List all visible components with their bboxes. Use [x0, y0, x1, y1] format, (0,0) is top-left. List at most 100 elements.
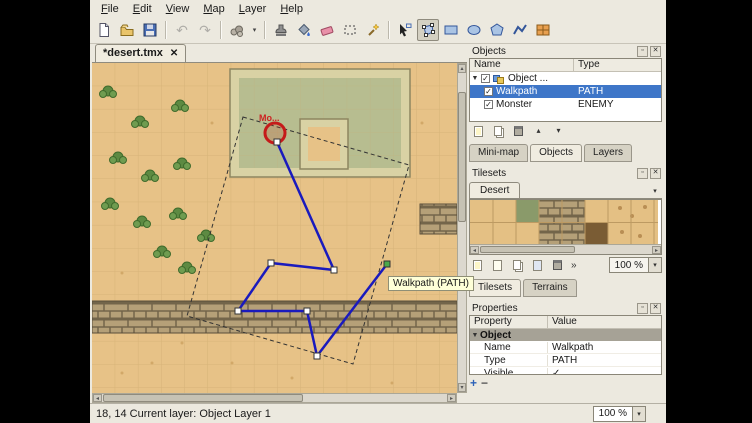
remove-object-button[interactable] — [510, 124, 527, 139]
menu-help[interactable]: Help — [273, 2, 310, 16]
path-node-handle[interactable] — [384, 261, 390, 267]
tilesets-dock-close-button[interactable]: ✕ — [650, 168, 661, 179]
path-node-handle[interactable] — [274, 139, 280, 145]
property-row-visible[interactable]: Visible ✓ — [470, 367, 661, 375]
redo-button[interactable]: ↷ — [194, 19, 216, 41]
visibility-checkbox[interactable]: ✓ — [484, 100, 493, 109]
document-tab-desert[interactable]: *desert.tmx ✕ — [95, 44, 186, 62]
undo-button[interactable]: ↶ — [171, 19, 193, 41]
property-value[interactable]: PATH — [548, 355, 661, 366]
menu-map[interactable]: Map — [196, 2, 231, 16]
insert-tile-object-button[interactable] — [532, 19, 554, 41]
scroll-down-icon[interactable]: ▾ — [458, 383, 466, 392]
tile-stamp-button[interactable] — [226, 19, 248, 41]
add-property-button[interactable]: + — [470, 378, 477, 388]
properties-dock-close-button[interactable]: ✕ — [650, 303, 661, 314]
path-node-handle[interactable] — [331, 267, 337, 273]
scroll-left-icon[interactable]: ◂ — [470, 246, 479, 254]
objects-dock-close-button[interactable]: ✕ — [650, 46, 661, 57]
stamp-dropdown-button[interactable]: ▾ — [249, 19, 260, 41]
save-button[interactable] — [139, 19, 161, 41]
tilesets-dock-float-button[interactable]: ▫ — [637, 168, 648, 179]
visibility-checkbox[interactable]: ✓ — [481, 74, 490, 83]
property-group-row[interactable]: ▼ Object — [470, 329, 661, 341]
column-value[interactable]: Value — [548, 316, 661, 328]
eraser-button[interactable] — [316, 19, 338, 41]
chevron-down-icon[interactable]: ▾ — [632, 407, 645, 421]
properties-dock-float-button[interactable]: ▫ — [637, 303, 648, 314]
map-canvas[interactable]: Mo... — [92, 63, 457, 393]
add-object-button[interactable] — [470, 124, 487, 139]
tab-mini-map[interactable]: Mini-map — [469, 144, 528, 162]
scroll-up-icon[interactable]: ▴ — [458, 64, 466, 73]
magic-wand-button[interactable] — [362, 19, 384, 41]
close-document-icon[interactable]: ✕ — [170, 48, 178, 59]
insert-ellipse-button[interactable] — [463, 19, 485, 41]
insert-rectangle-button[interactable] — [440, 19, 462, 41]
walkpath-row[interactable]: ✓ Walkpath PATH — [470, 85, 661, 98]
object-layer-row[interactable]: ▼ ✓ Object ... — [470, 72, 661, 85]
property-value[interactable]: Walkpath — [548, 342, 661, 353]
object-name: Walkpath — [496, 86, 537, 97]
remove-property-button[interactable]: − — [481, 378, 488, 388]
zoom-combo[interactable]: 100 % ▾ — [593, 406, 646, 422]
scroll-right-icon[interactable]: ▸ — [447, 394, 456, 402]
tab-tilesets[interactable]: Tilesets — [469, 279, 521, 297]
expander-icon[interactable]: ▼ — [470, 75, 480, 82]
tileset-scroll-thumb[interactable] — [480, 246, 575, 253]
lower-object-button[interactable]: ▾ — [550, 124, 567, 139]
column-property[interactable]: Property — [470, 316, 548, 328]
insert-polyline-button[interactable] — [509, 19, 531, 41]
tileset-properties-button[interactable] — [529, 258, 546, 273]
export-tileset-button[interactable] — [509, 258, 526, 273]
vertical-scroll-thumb[interactable] — [458, 92, 466, 222]
chevron-down-icon[interactable]: ▾ — [648, 258, 661, 272]
select-objects-button[interactable] — [394, 19, 416, 41]
import-tileset-button[interactable] — [489, 258, 506, 273]
tileset-scrollbar[interactable]: ◂ ▸ — [470, 244, 661, 254]
raise-object-button[interactable]: ▴ — [530, 124, 547, 139]
menu-view[interactable]: View — [159, 2, 197, 16]
tab-layers[interactable]: Layers — [584, 144, 632, 162]
path-node-handle[interactable] — [268, 260, 274, 266]
tileset-image[interactable] — [470, 200, 658, 245]
path-node-handle[interactable] — [304, 308, 310, 314]
expander-icon[interactable]: ▼ — [470, 332, 480, 339]
scroll-right-icon[interactable]: ▸ — [652, 246, 661, 254]
bucket-fill-button[interactable] — [293, 19, 315, 41]
edit-polygons-button[interactable] — [417, 19, 439, 41]
tab-objects[interactable]: Objects — [530, 144, 582, 162]
rectangular-select-button[interactable] — [339, 19, 361, 41]
monster-row[interactable]: ✓ Monster ENEMY — [470, 98, 661, 111]
property-value[interactable]: ✓ — [548, 368, 661, 376]
map-horizontal-scrollbar[interactable]: ◂ ▸ — [92, 393, 457, 403]
map-vertical-scrollbar[interactable]: ▴ ▾ — [457, 63, 467, 393]
path-node-handle[interactable] — [314, 353, 320, 359]
property-row-name[interactable]: Name Walkpath — [470, 341, 661, 354]
new-map-button[interactable] — [93, 19, 115, 41]
column-type[interactable]: Type — [574, 59, 661, 71]
tileset-zoom-combo[interactable]: 100 % ▾ — [609, 257, 662, 273]
horizontal-scroll-thumb[interactable] — [103, 394, 303, 402]
toolbar-overflow-icon[interactable]: » — [569, 260, 579, 271]
path-node-handle[interactable] — [235, 308, 241, 314]
stamp-brush-button[interactable] — [270, 19, 292, 41]
open-file-button[interactable] — [116, 19, 138, 41]
new-tileset-button[interactable] — [469, 258, 486, 273]
menu-edit[interactable]: Edit — [126, 2, 159, 16]
column-name[interactable]: Name — [470, 59, 574, 71]
menu-layer[interactable]: Layer — [232, 2, 274, 16]
tileset-view[interactable]: ◂ ▸ — [469, 199, 662, 255]
tileset-tab-desert[interactable]: Desert — [469, 182, 520, 198]
insert-polygon-button[interactable] — [486, 19, 508, 41]
scroll-left-icon[interactable]: ◂ — [93, 394, 102, 402]
tab-terrains[interactable]: Terrains — [523, 279, 577, 297]
menu-file[interactable]: File — [94, 2, 126, 16]
visibility-checkbox[interactable]: ✓ — [484, 87, 493, 96]
objects-dock-float-button[interactable]: ▫ — [637, 46, 648, 57]
delete-tileset-button[interactable] — [549, 258, 566, 273]
map-area[interactable]: Mo... — [92, 63, 457, 393]
duplicate-object-button[interactable] — [490, 124, 507, 139]
property-row-type[interactable]: Type PATH — [470, 354, 661, 367]
tileset-menu-button[interactable]: ▾ — [648, 184, 662, 198]
